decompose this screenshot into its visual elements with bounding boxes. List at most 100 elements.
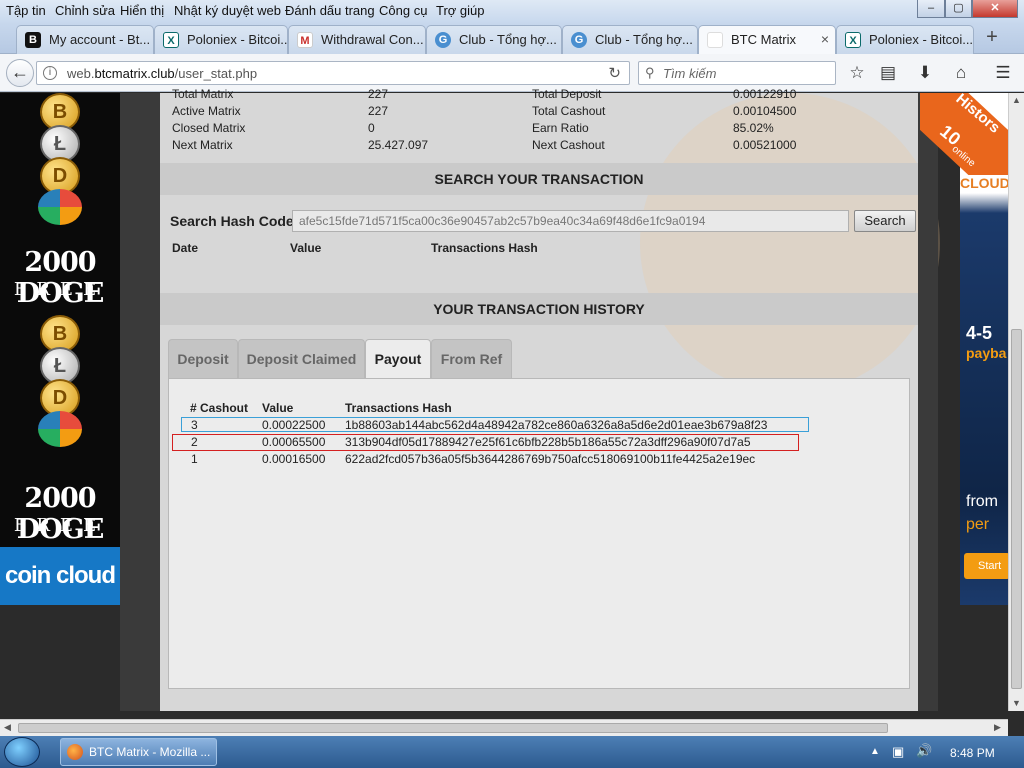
poloniex-icon: X (163, 32, 179, 48)
menu-bookmarks[interactable]: Đánh dấu trang (285, 3, 375, 18)
close-tab-icon[interactable]: × (821, 26, 829, 53)
table-cell-hash[interactable]: 1b88603ab144abc562d4a48942a782ce860a6326… (345, 418, 767, 432)
column-header-date: Date (172, 241, 199, 255)
coincloud-ad[interactable]: coin cloud (0, 547, 120, 605)
tab-label: Withdrawal Con... (321, 32, 424, 47)
table-cell: 0.00016500 (262, 452, 326, 466)
menu-bar: Tập tin Chỉnh sửa Hiển thị Nhật ký duyệt… (0, 0, 1024, 22)
tab-from-ref[interactable]: From Ref (431, 339, 512, 379)
right-gutter (918, 93, 938, 711)
firefox-icon (67, 744, 83, 760)
stat-label: Total Cashout (532, 104, 606, 118)
menu-view[interactable]: Hiển thị (120, 3, 164, 18)
tab-deposit[interactable]: Deposit (168, 339, 238, 379)
search-button[interactable]: Search (854, 210, 916, 232)
left-ad-banner[interactable]: B Ł D 2000 DOGE FREE B Ł D 2000 DOGE FRE… (0, 93, 120, 605)
back-arrow-icon: ← (11, 62, 29, 82)
column-header-hash: Transactions Hash (431, 241, 538, 255)
download-icon[interactable]: ⬇ (914, 62, 936, 84)
tab-payout[interactable]: Payout (365, 339, 431, 380)
maximize-button[interactable]: ▢ (945, 0, 972, 18)
multi-coin-icon (38, 189, 82, 225)
tab-poloniex-2[interactable]: X Poloniex - Bitcoi... (836, 25, 974, 54)
club-site-icon: G (435, 32, 451, 48)
ad-from-text: from (966, 493, 998, 510)
hamburger-menu-icon[interactable]: ☰ (992, 62, 1014, 84)
stat-label: Next Matrix (172, 138, 233, 152)
search-placeholder: Tìm kiếm (663, 66, 717, 81)
stat-value: 0.00122910 (733, 87, 797, 101)
stat-label: Next Cashout (532, 138, 605, 152)
hash-search-input[interactable] (292, 210, 849, 232)
bookmark-star-icon[interactable]: ☆ (846, 62, 868, 84)
tab-btc-matrix[interactable]: BTC Matrix × (698, 25, 836, 55)
poloniex-icon: X (845, 32, 861, 48)
search-icon: ⚲ (645, 65, 655, 80)
tab-poloniex-1[interactable]: X Poloniex - Bitcoi... (154, 25, 288, 54)
network-icon[interactable]: ▣ (892, 744, 904, 760)
address-bar[interactable]: i web.btcmatrix.club/user_stat.php ↻ (36, 61, 630, 85)
table-cell-hash[interactable]: 313b904df05d17889427e25f61c6bfb228b5b186… (345, 435, 751, 449)
table-cell: 0.00022500 (262, 418, 326, 432)
taskbar-clock[interactable]: 8:48 PM (950, 746, 995, 760)
scroll-left-icon[interactable]: ◀ (4, 722, 11, 733)
ad-payback-text: payba (966, 345, 1007, 361)
search-box[interactable]: ⚲ Tìm kiếm (638, 61, 836, 85)
vertical-scrollbar[interactable]: ▲ ▼ (1008, 93, 1024, 711)
menu-edit[interactable]: Chỉnh sửa (55, 3, 115, 18)
tab-deposit-claimed[interactable]: Deposit Claimed (238, 339, 365, 379)
menu-history[interactable]: Nhật ký duyệt web (174, 3, 281, 18)
cloud-ad-text: CLOUD (960, 175, 1010, 191)
tab-label: Poloniex - Bitcoi... (869, 32, 974, 47)
search-section-title: SEARCH YOUR TRANSACTION (160, 163, 918, 195)
stat-value: 25.427.097 (368, 138, 429, 152)
horizontal-scrollbar[interactable]: ◀ ▶ (0, 719, 1008, 736)
scroll-down-icon[interactable]: ▼ (1012, 698, 1021, 708)
volume-icon[interactable]: 🔊 (916, 743, 932, 759)
club-site-icon: G (571, 32, 587, 48)
menu-file[interactable]: Tập tin (6, 3, 46, 18)
ad-percent-text: 4-5 (966, 323, 993, 343)
tab-label: Club - Tổng hợ... (595, 32, 693, 47)
gmail-icon: M (297, 32, 313, 48)
menu-help[interactable]: Trợ giúp (436, 3, 485, 18)
minimize-button[interactable]: – (917, 0, 945, 18)
tab-label: Club - Tổng hợ... (459, 32, 557, 47)
horizontal-scroll-thumb[interactable] (18, 723, 888, 733)
stat-label: Closed Matrix (172, 121, 246, 135)
column-header-cashout: # Cashout (190, 401, 249, 415)
stat-value: 227 (368, 87, 389, 101)
ad-start-button[interactable]: Start (964, 553, 1010, 579)
reading-list-icon[interactable]: ▤ (877, 62, 899, 84)
column-header-hash: Transactions Hash (345, 401, 452, 415)
tab-my-account[interactable]: B My account - Bt... (16, 25, 154, 54)
site-info-icon[interactable]: i (43, 66, 57, 80)
vertical-scroll-thumb[interactable] (1011, 329, 1022, 689)
home-icon[interactable]: ⌂ (950, 62, 972, 84)
tab-club-1[interactable]: G Club - Tổng hợ... (426, 25, 562, 54)
reload-icon[interactable]: ↻ (608, 64, 621, 82)
table-cell-hash[interactable]: 622ad2fcd057b36a05f5b3644286769b750afcc5… (345, 452, 755, 466)
taskbar-firefox-button[interactable]: BTC Matrix - Mozilla ... (60, 738, 217, 766)
stat-label: Total Deposit (532, 87, 602, 101)
url-text[interactable]: web.btcmatrix.club/user_stat.php (67, 66, 257, 81)
close-window-button[interactable]: ✕ (972, 0, 1018, 18)
stat-label: Total Matrix (172, 87, 234, 101)
back-button[interactable]: ← (6, 59, 34, 87)
column-header-value: Value (290, 241, 322, 255)
stat-label: Earn Ratio (532, 121, 589, 135)
menu-tools[interactable]: Công cụ (379, 3, 427, 18)
table-cell: 2 (191, 435, 198, 449)
tab-club-2[interactable]: G Club - Tổng hợ... (562, 25, 698, 54)
tray-arrow-icon[interactable]: ▲ (870, 746, 880, 757)
stat-value: 0.00521000 (733, 138, 797, 152)
search-hash-label: Search Hash Code (170, 213, 294, 229)
stat-label: Active Matrix (172, 104, 241, 118)
scroll-right-icon[interactable]: ▶ (994, 722, 1001, 733)
tab-withdrawal[interactable]: M Withdrawal Con... (288, 25, 426, 54)
start-button[interactable] (4, 737, 40, 767)
scroll-up-icon[interactable]: ▲ (1012, 95, 1021, 105)
new-tab-button[interactable]: + (980, 25, 1004, 51)
taskbar-app-label: BTC Matrix - Mozilla ... (89, 745, 211, 759)
tab-label: My account - Bt... (49, 32, 151, 47)
